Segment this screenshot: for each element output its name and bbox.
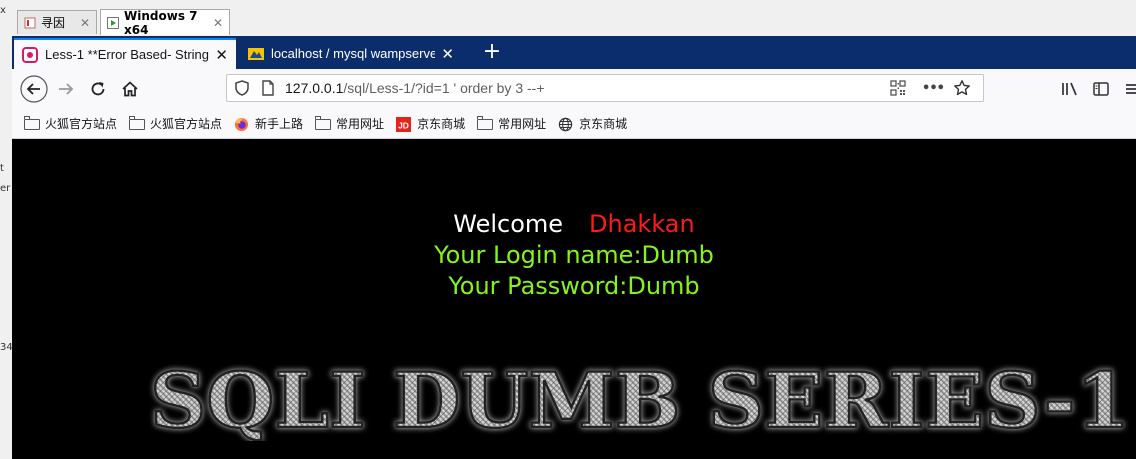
login-name-line: Your Login name:Dumb (434, 241, 714, 269)
vm-tab-xunyin[interactable]: 寻因 ✕ (17, 10, 97, 34)
bookmark-label: 京东商城 (579, 117, 628, 131)
svg-text:JD: JD (398, 120, 409, 130)
url-host: 127.0.0.1 (285, 80, 344, 96)
folder-icon (314, 116, 332, 130)
forward-arrow-icon (59, 83, 74, 95)
browser-tab-strip: Less-1 **Error Based- String** ✕ localho… (12, 36, 1136, 69)
folder-icon (128, 116, 146, 130)
new-tab-button[interactable]: + (480, 40, 504, 66)
menu-icon (1126, 84, 1136, 94)
navigation-toolbar: 127.0.0.1/sql/Less-1/?id=1 ' order by 3 … (12, 69, 1136, 109)
folder-icon (23, 116, 40, 130)
address-bar[interactable]: 127.0.0.1/sql/Less-1/?id=1 ' order by 3 … (226, 74, 984, 102)
close-icon[interactable]: ✕ (209, 46, 228, 64)
tab-label: localhost / mysql wampserver (271, 46, 435, 61)
firefox-icon (234, 117, 250, 131)
user-name: Dhakkan (589, 210, 695, 238)
close-icon[interactable]: ✕ (435, 45, 454, 63)
globe-icon (558, 117, 574, 131)
home-icon (122, 81, 138, 97)
bookmark-label: 常用网址 (336, 117, 385, 131)
url-path: /sql/Less-1/?id=1 ' order by 3 --+ (343, 80, 545, 96)
url-text[interactable]: 127.0.0.1/sql/Less-1/?id=1 ' order by 3 … (285, 75, 545, 101)
vm-tab-label: 寻因 (41, 16, 66, 30)
host-edge-glyph: 34 (0, 342, 13, 353)
sidebar-icon (1093, 82, 1109, 96)
password-line: Your Password:Dumb (448, 272, 700, 300)
welcome-label: Welcome (453, 210, 564, 238)
bookmarks-bar: 火狐官方站点 火狐官方站点 新手上路 常用网址 JD 京东商城 常用网址 京东商… (12, 109, 1136, 139)
bookmark-item[interactable]: 常用网址 (314, 115, 385, 132)
tab-phpmyadmin[interactable]: localhost / mysql wampserver ✕ (240, 38, 462, 69)
back-arrow-icon (20, 75, 48, 103)
close-icon[interactable]: ✕ (72, 16, 90, 30)
bookmark-item[interactable]: 火狐官方站点 (128, 115, 223, 132)
page-icon (24, 17, 36, 29)
bookmark-label: 京东商城 (417, 117, 466, 131)
vm-tab-bar: 寻因 ✕ Windows 7 x64 ✕ (12, 0, 1136, 37)
jd-icon: JD (396, 116, 412, 132)
sqli-dumb-series-banner: SQLI DUMB SERIES-1 (149, 361, 1132, 441)
back-button[interactable] (20, 75, 48, 103)
library-icon (1062, 82, 1077, 96)
phpmyadmin-favicon (248, 46, 264, 62)
library-button[interactable] (1060, 77, 1080, 101)
close-icon[interactable]: ✕ (205, 16, 223, 30)
overflow-menu-button[interactable] (1124, 77, 1136, 101)
bookmark-item[interactable]: 京东商城 (558, 115, 627, 132)
bookmark-label: 常用网址 (498, 117, 547, 131)
host-edge-glyph: er (0, 183, 11, 194)
page-content: Welcome Dhakkan Your Login name:Dumb Your… (12, 139, 1136, 459)
bookmark-label: 新手上路 (255, 117, 304, 131)
tab-label: Less-1 **Error Based- String** (45, 47, 209, 62)
bookmark-star-icon[interactable] (953, 79, 971, 97)
bookmark-label: 火狐官方站点 (150, 117, 223, 131)
tab-less-1[interactable]: Less-1 **Error Based- String** ✕ (14, 38, 236, 69)
bookmark-label: 火狐官方站点 (45, 117, 118, 131)
page-info-icon[interactable] (259, 79, 277, 97)
bookmark-item[interactable]: 常用网址 (476, 115, 547, 132)
page-actions-menu[interactable]: ••• (921, 79, 945, 97)
host-edge-glyph: x (0, 5, 6, 16)
host-edge-glyph: t (0, 163, 4, 174)
sidebar-button[interactable] (1092, 77, 1110, 101)
folder-icon (476, 116, 494, 130)
vm-tab-label: Windows 7 x64 (124, 8, 198, 37)
reload-button[interactable] (84, 75, 112, 103)
bookmark-item[interactable]: JD 京东商城 (396, 115, 465, 132)
welcome-line: Welcome Dhakkan (12, 209, 1136, 240)
home-button[interactable] (116, 75, 144, 103)
sqli-favicon (22, 46, 38, 63)
vm-tab-windows7[interactable]: Windows 7 x64 ✕ (100, 8, 230, 37)
shield-icon[interactable] (233, 79, 251, 97)
vm-running-icon (107, 16, 119, 29)
qr-code-icon[interactable] (889, 79, 907, 97)
reload-icon (91, 82, 105, 96)
banner-text: SQLI DUMB SERIES-1 (150, 361, 1130, 441)
forward-button[interactable] (52, 75, 80, 103)
bookmark-item[interactable]: 新手上路 (234, 115, 303, 132)
bookmark-item[interactable]: 火狐官方站点 (23, 115, 118, 132)
